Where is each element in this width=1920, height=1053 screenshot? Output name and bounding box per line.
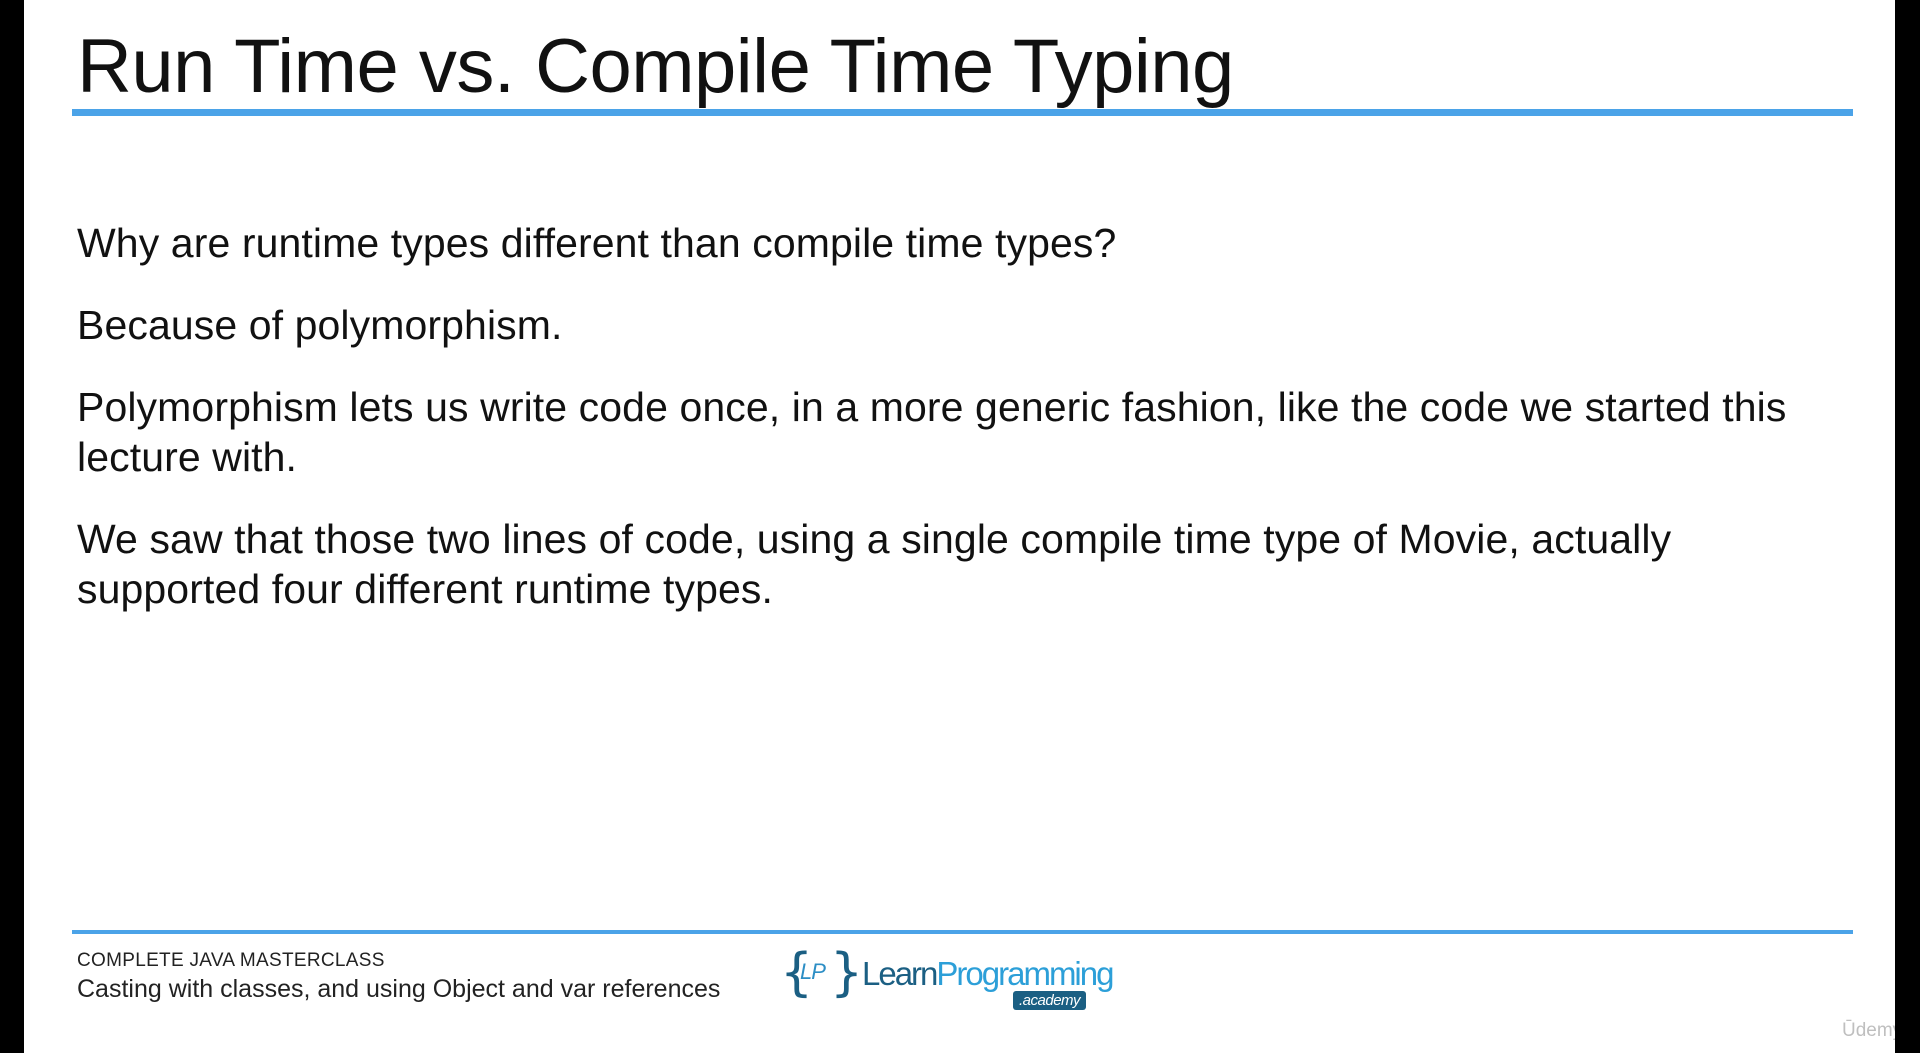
footer-divider — [72, 930, 1853, 934]
slide-title: Run Time vs. Compile Time Typing — [77, 24, 1234, 109]
paragraph-4: We saw that those two lines of code, usi… — [77, 516, 1672, 612]
paragraph-2: Because of polymorphism. — [77, 302, 563, 348]
logo-initials: LP — [800, 959, 826, 984]
logo-academy-tag: .academy — [1013, 991, 1087, 1010]
title-underline — [72, 109, 1853, 116]
learnprogramming-logo: { LP } LearnProgramming .academy — [780, 943, 1120, 1011]
logo-brace-close: } — [830, 943, 864, 1003]
logo-word-programming: Programming — [936, 955, 1114, 992]
slide-body: Why are runtime types different than com… — [77, 218, 1837, 646]
course-name: COMPLETE JAVA MASTERCLASS — [77, 950, 385, 971]
lecture-name: Casting with classes, and using Object a… — [77, 975, 721, 1003]
logo-wordmark: LearnProgramming — [862, 955, 1114, 993]
paragraph-1: Why are runtime types different than com… — [77, 220, 1117, 266]
paragraph-3: Polymorphism lets us write code once, in… — [77, 384, 1787, 480]
logo-word-learn: Learn — [862, 955, 938, 992]
slide: Run Time vs. Compile Time Typing Why are… — [24, 0, 1895, 1053]
udemy-watermark: Ūdemy — [1842, 1020, 1895, 1041]
